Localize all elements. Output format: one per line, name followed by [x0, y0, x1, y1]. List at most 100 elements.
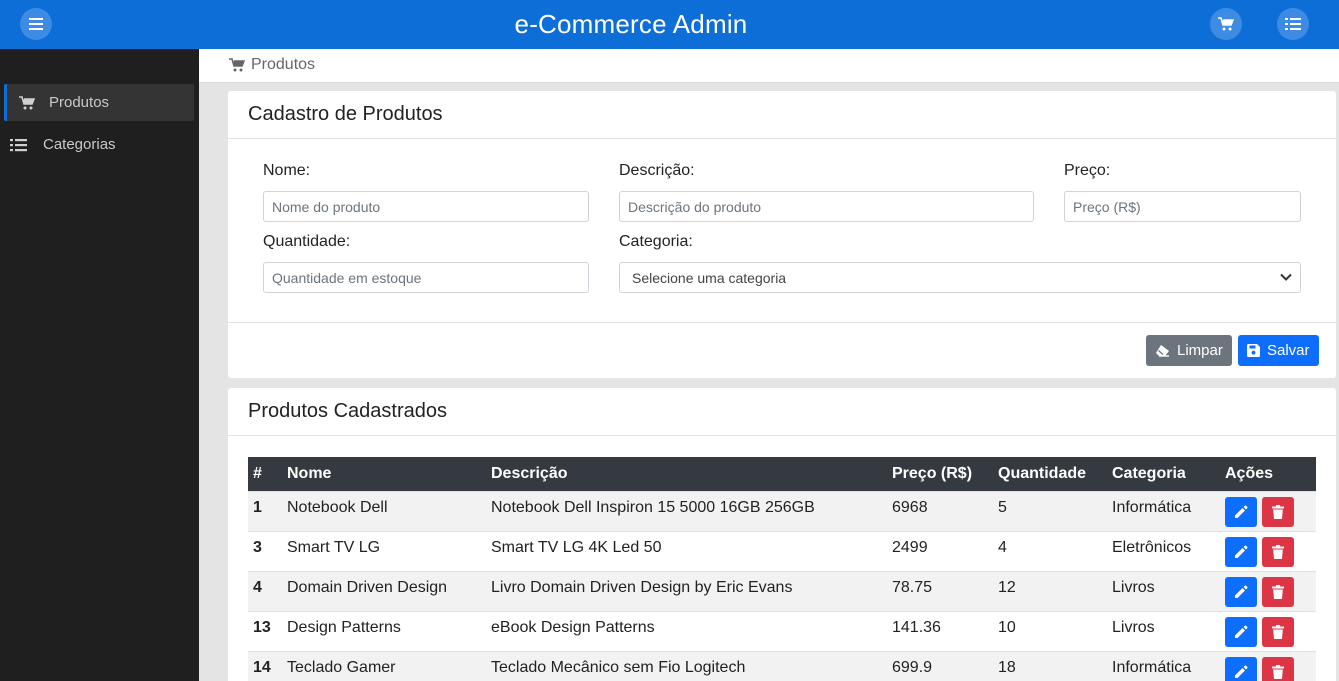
trash-icon	[1272, 584, 1285, 599]
column-header: Categoria	[1112, 464, 1186, 482]
trash-icon	[1272, 664, 1285, 679]
pencil-icon	[1235, 505, 1248, 518]
products-list-card: Produtos Cadastrados # Nome Descrição Pr…	[228, 388, 1336, 681]
row-nome: Smart TV LG	[282, 530, 486, 571]
row-nome: Notebook Dell	[282, 490, 486, 531]
cart-button[interactable]	[1210, 8, 1242, 40]
list-title: Produtos Cadastrados	[228, 388, 1336, 436]
breadcrumb-bar: Produtos	[199, 49, 1339, 83]
row-id: 4	[248, 570, 282, 611]
delete-button[interactable]	[1262, 616, 1295, 647]
cart-icon	[1218, 17, 1234, 31]
sidebar-item-categorias[interactable]: Categorias	[4, 126, 194, 163]
breadcrumb-label: Produtos	[251, 56, 316, 73]
column-header: Preço (R$)	[892, 464, 973, 482]
app-title: e-Commerce Admin	[514, 9, 748, 39]
table-row: 1 Notebook Dell Notebook Dell Inspiron 1…	[248, 490, 1316, 531]
list-icon	[1285, 18, 1301, 30]
pencil-icon	[1235, 625, 1248, 638]
edit-button[interactable]	[1225, 656, 1257, 681]
row-descricao: eBook Design Patterns	[486, 610, 887, 651]
row-id: 14	[248, 650, 282, 681]
breadcrumb: Produtos	[229, 56, 315, 74]
clear-button[interactable]: Limpar	[1146, 335, 1232, 366]
products-table: # Nome Descrição Preço (R$) Quantidade C…	[248, 457, 1316, 681]
trash-icon	[1272, 504, 1285, 519]
table-row: 14 Teclado Gamer Teclado Mecânico sem Fi…	[248, 650, 1316, 681]
table-row: 4 Domain Driven Design Livro Domain Driv…	[248, 570, 1316, 611]
column-header: Ações	[1225, 464, 1274, 482]
sidebar-item-produtos[interactable]: Produtos	[4, 84, 194, 121]
sidebar: Produtos Categorias	[0, 49, 199, 681]
row-preco: 2499	[887, 530, 993, 571]
sidebar-item-label: Produtos	[49, 94, 110, 111]
list-icon	[8, 138, 28, 152]
row-actions	[1220, 650, 1316, 681]
column-header: Quantidade	[998, 464, 1087, 482]
row-preco: 78.75	[887, 570, 993, 611]
row-id: 13	[248, 610, 282, 651]
row-quantidade: 10	[993, 610, 1107, 651]
pencil-icon	[1235, 665, 1248, 678]
nome-label: Nome:	[263, 162, 311, 179]
delete-button[interactable]	[1262, 536, 1295, 567]
sidebar-item-label: Categorias	[43, 136, 116, 153]
column-header: Nome	[287, 464, 332, 482]
row-categoria: Eletrônicos	[1107, 530, 1220, 571]
delete-button[interactable]	[1262, 496, 1295, 527]
quantidade-input[interactable]	[263, 262, 589, 293]
list-button[interactable]	[1277, 8, 1309, 40]
categoria-label: Categoria:	[619, 233, 693, 250]
row-quantidade: 12	[993, 570, 1107, 611]
floppy-disk-icon	[1247, 344, 1260, 357]
form-footer: Limpar Salvar	[228, 322, 1336, 378]
row-actions	[1220, 490, 1316, 531]
delete-button[interactable]	[1262, 656, 1295, 681]
trash-icon	[1272, 544, 1285, 559]
row-nome: Teclado Gamer	[282, 650, 486, 681]
trash-icon	[1272, 624, 1285, 639]
form-title: Cadastro de Produtos	[228, 91, 1336, 139]
top-bar: e-Commerce Admin	[0, 0, 1339, 49]
row-categoria: Informática	[1107, 490, 1220, 531]
row-descricao: Notebook Dell Inspiron 15 5000 16GB 256G…	[486, 490, 887, 531]
chevron-down-icon	[1280, 273, 1292, 281]
preco-label: Preço:	[1064, 162, 1111, 179]
row-nome: Design Patterns	[282, 610, 486, 651]
edit-button[interactable]	[1225, 536, 1257, 567]
row-descricao: Teclado Mecânico sem Fio Logitech	[486, 650, 887, 681]
row-preco: 699.9	[887, 650, 993, 681]
row-categoria: Livros	[1107, 610, 1220, 651]
column-header: #	[253, 464, 262, 482]
preco-input[interactable]	[1064, 191, 1301, 222]
row-descricao: Smart TV LG 4K Led 50	[486, 530, 887, 571]
delete-button[interactable]	[1262, 576, 1295, 607]
pencil-icon	[1235, 585, 1248, 598]
row-actions	[1220, 610, 1316, 651]
row-preco: 6968	[887, 490, 993, 531]
edit-button[interactable]	[1225, 576, 1257, 607]
nome-input[interactable]	[263, 191, 589, 222]
clear-button-label: Limpar	[1177, 342, 1223, 359]
row-id: 3	[248, 530, 282, 571]
edit-button[interactable]	[1225, 616, 1257, 647]
column-header: Descrição	[491, 464, 568, 482]
row-quantidade: 4	[993, 530, 1107, 571]
product-form-card: Cadastro de Produtos Nome: Descrição: Pr…	[228, 91, 1336, 378]
edit-button[interactable]	[1225, 496, 1257, 527]
save-button-label: Salvar	[1267, 342, 1310, 359]
row-preco: 141.36	[887, 610, 993, 651]
categoria-select[interactable]: Selecione uma categoria	[619, 262, 1301, 293]
row-quantidade: 5	[993, 490, 1107, 531]
row-quantidade: 18	[993, 650, 1107, 681]
table-header-row: # Nome Descrição Preço (R$) Quantidade C…	[248, 457, 1316, 491]
save-button[interactable]: Salvar	[1238, 335, 1319, 366]
categoria-selected-value: Selecione uma categoria	[632, 269, 787, 286]
cart-icon	[229, 58, 245, 72]
row-nome: Domain Driven Design	[282, 570, 486, 611]
row-descricao: Livro Domain Driven Design by Eric Evans	[486, 570, 887, 611]
row-actions	[1220, 570, 1316, 611]
descricao-input[interactable]	[619, 191, 1034, 222]
row-categoria: Informática	[1107, 650, 1220, 681]
pencil-icon	[1235, 545, 1248, 558]
